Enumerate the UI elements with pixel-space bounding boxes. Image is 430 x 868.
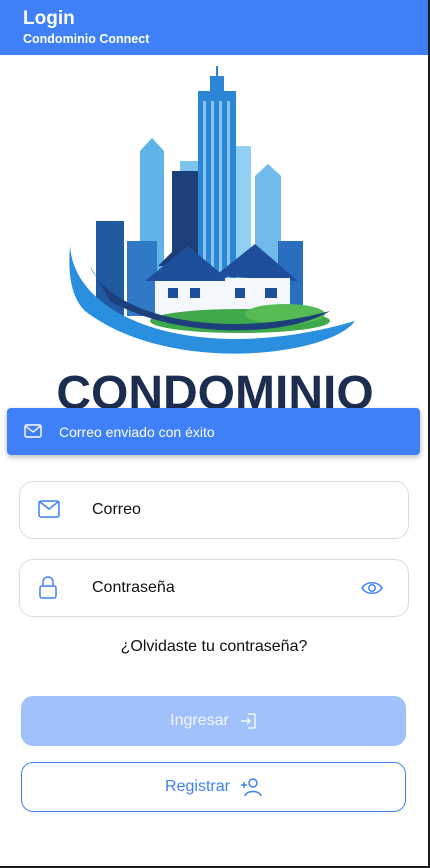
lock-icon: [39, 576, 57, 599]
password-placeholder: Contraseña: [92, 579, 175, 596]
password-field[interactable]: Contraseña: [19, 559, 409, 617]
success-toast: Correo enviado con éxito: [7, 408, 420, 455]
page-title: Login: [23, 8, 75, 29]
condominio-logo: CONDOMINIO: [56, 66, 374, 411]
toast-message: Correo enviado con éxito: [59, 424, 215, 440]
login-icon: [240, 713, 256, 729]
app-subtitle: Condominio Connect: [23, 32, 150, 46]
mail-icon: [24, 424, 42, 438]
logo-text: CONDOMINIO: [56, 367, 373, 411]
forgot-password-link[interactable]: ¿Olvidaste tu contraseña?: [0, 638, 428, 656]
eye-icon[interactable]: [361, 580, 383, 596]
email-field[interactable]: Correo: [19, 481, 409, 539]
mail-icon: [38, 500, 60, 518]
login-button[interactable]: Ingresar: [21, 696, 406, 746]
login-button-label: Ingresar: [170, 712, 229, 729]
register-button-label: Registrar: [165, 778, 230, 795]
app-window: Login Condominio Connect CONDOMINIO Corr…: [0, 0, 430, 868]
app-bar: Login Condominio Connect: [0, 0, 428, 55]
register-button[interactable]: Registrar: [21, 762, 406, 812]
add-user-icon: [240, 778, 262, 797]
email-placeholder: Correo: [92, 501, 141, 518]
